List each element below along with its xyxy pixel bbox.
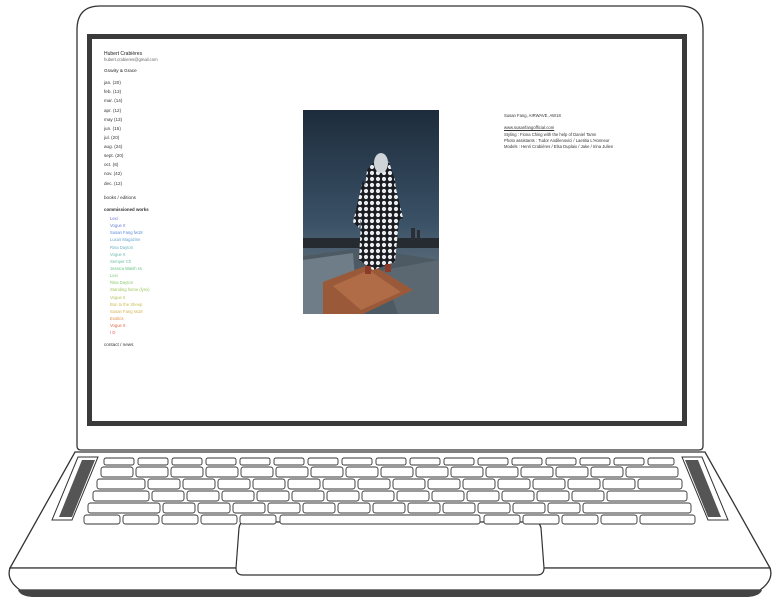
commissioned-works-heading[interactable]: commissioned works xyxy=(104,207,224,213)
commissioned-work-link[interactable]: I D xyxy=(110,330,224,335)
month-link[interactable]: dec. (12) xyxy=(104,181,224,187)
month-link[interactable]: aug. (24) xyxy=(104,144,224,150)
browser-page: Hubert Crabières hubert.crabieres@gmail.… xyxy=(92,39,682,421)
month-link[interactable]: jul. (20) xyxy=(104,135,224,141)
commissioned-work-link[interactable]: Vogue It xyxy=(110,252,224,257)
month-link[interactable]: feb. (13) xyxy=(104,89,224,95)
commissioned-work-link[interactable]: Semper Ch xyxy=(110,259,224,264)
project-link[interactable]: Gravity & Grace xyxy=(104,68,224,74)
month-link[interactable]: apr. (12) xyxy=(104,108,224,114)
month-link[interactable]: nov. (42) xyxy=(104,171,224,177)
commissioned-work-link[interactable]: Lexi xyxy=(110,216,224,221)
designer-website-link[interactable]: www.susanfangofficial.com xyxy=(504,125,554,130)
caption-models: Models : Henri Crabières / Elsa Duplaix … xyxy=(504,144,614,150)
commissioned-work-link[interactable]: Susan Fang fw18 xyxy=(110,230,224,235)
caption-title: Susan Fang, AIRWAVE, AW18 xyxy=(504,113,561,118)
month-link[interactable]: mar. (14) xyxy=(104,98,224,104)
commissioned-work-link[interactable]: Rina Dayton xyxy=(110,280,224,285)
commissioned-work-link[interactable]: Exotics xyxy=(110,316,224,321)
commissioned-work-link[interactable]: Lexi xyxy=(110,273,224,278)
commissioned-work-link[interactable]: Bon to the Sheep xyxy=(110,302,224,307)
commissioned-works-list: Lexi Vogue It Susan Fang fw18 Luxus Magazin… xyxy=(104,216,224,336)
month-link[interactable]: may (13) xyxy=(104,117,224,123)
month-list: jan. (20) feb. (13) mar. (14) apr. (12) … xyxy=(104,80,224,186)
commissioned-work-link[interactable]: Jessica Walsh ss xyxy=(110,266,224,271)
month-link[interactable]: jan. (20) xyxy=(104,80,224,86)
commissioned-work-link[interactable]: Standing home (lynx) xyxy=(110,287,224,292)
commissioned-work-link[interactable]: Vogue It xyxy=(110,295,224,300)
commissioned-work-link[interactable]: Luxus Magazine xyxy=(110,237,224,242)
month-link[interactable]: jun. (15) xyxy=(104,126,224,132)
featured-photo xyxy=(303,110,439,314)
sidebar: Hubert Crabières hubert.crabieres@gmail.… xyxy=(104,51,224,348)
contact-news-link[interactable]: contact / news xyxy=(104,342,224,348)
month-link[interactable]: oct. (6) xyxy=(104,162,224,168)
commissioned-work-link[interactable]: Rina Dayton xyxy=(110,245,224,250)
photo-caption: Susan Fang, AIRWAVE, AW18 www.susanfango… xyxy=(504,113,674,150)
month-link[interactable]: sept. (20) xyxy=(104,153,224,159)
commissioned-work-link[interactable]: Susan Fang ss18 xyxy=(110,309,224,314)
commissioned-work-link[interactable]: Vogue It xyxy=(110,323,224,328)
commissioned-work-link[interactable]: Vogue It xyxy=(110,223,224,228)
